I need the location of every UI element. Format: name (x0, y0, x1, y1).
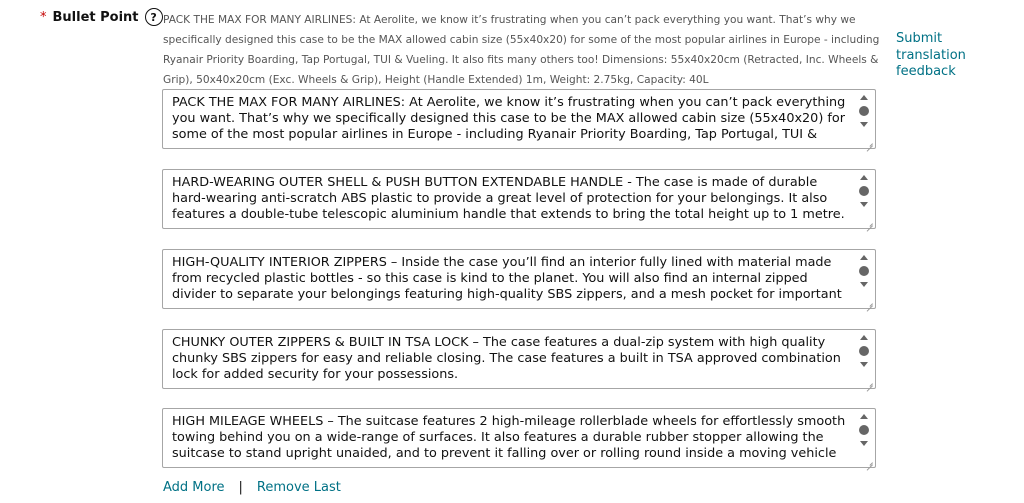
bullet-point-textarea-1[interactable]: PACK THE MAX FOR MANY AIRLINES: At Aerol… (162, 89, 876, 149)
resize-handle-icon[interactable] (865, 457, 873, 465)
scroll-thumb[interactable] (859, 266, 869, 276)
scroll-thumb[interactable] (859, 425, 869, 435)
textarea-text: HIGH-QUALITY INTERIOR ZIPPERS – Inside t… (172, 255, 842, 305)
scroll-thumb[interactable] (859, 346, 869, 356)
scroll-up-icon[interactable] (860, 255, 868, 260)
resize-handle-icon[interactable] (865, 378, 873, 386)
remove-last-link[interactable]: Remove Last (257, 480, 341, 495)
scroll-down-icon[interactable] (860, 362, 868, 367)
help-icon[interactable]: ? (144, 8, 163, 26)
scroll-down-icon[interactable] (860, 122, 868, 127)
scroll-up-icon[interactable] (860, 335, 868, 340)
textarea-text: HIGH MILEAGE WHEELS – The suitcase featu… (172, 414, 846, 464)
scroll-thumb[interactable] (859, 186, 869, 196)
bullet-point-textarea-4[interactable]: CHUNKY OUTER ZIPPERS & BUILT IN TSA LOCK… (162, 329, 876, 389)
scroll-up-icon[interactable] (860, 175, 868, 180)
submit-translation-feedback-link[interactable]: Submit translation feedback (896, 31, 1006, 81)
resize-handle-icon[interactable] (865, 138, 873, 146)
textarea-text: PACK THE MAX FOR MANY AIRLINES: At Aerol… (172, 95, 846, 145)
resize-handle-icon[interactable] (865, 218, 873, 226)
bullet-point-label: * Bullet Point ? (40, 8, 163, 26)
field-label-text: Bullet Point (52, 9, 139, 25)
actions-separator: | (238, 480, 243, 495)
scroll-down-icon[interactable] (860, 282, 868, 287)
bullet-point-textarea-5[interactable]: HIGH MILEAGE WHEELS – The suitcase featu… (162, 408, 876, 468)
required-mark: * (40, 9, 47, 25)
resize-handle-icon[interactable] (865, 298, 873, 306)
bullet-actions: Add More | Remove Last (163, 480, 341, 495)
scroll-thumb[interactable] (859, 106, 869, 116)
bullet-point-textarea-2[interactable]: HARD-WEARING OUTER SHELL & PUSH BUTTON E… (162, 169, 876, 229)
source-text: PACK THE MAX FOR MANY AIRLINES: At Aerol… (163, 14, 880, 86)
textarea-text: HARD-WEARING OUTER SHELL & PUSH BUTTON E… (172, 175, 845, 225)
scroll-down-icon[interactable] (860, 202, 868, 207)
bullet-point-textarea-3[interactable]: HIGH-QUALITY INTERIOR ZIPPERS – Inside t… (162, 249, 876, 309)
add-more-link[interactable]: Add More (163, 480, 225, 495)
scroll-up-icon[interactable] (860, 95, 868, 100)
scroll-down-icon[interactable] (860, 441, 868, 446)
scroll-up-icon[interactable] (860, 414, 868, 419)
textarea-text: CHUNKY OUTER ZIPPERS & BUILT IN TSA LOCK… (172, 335, 841, 383)
